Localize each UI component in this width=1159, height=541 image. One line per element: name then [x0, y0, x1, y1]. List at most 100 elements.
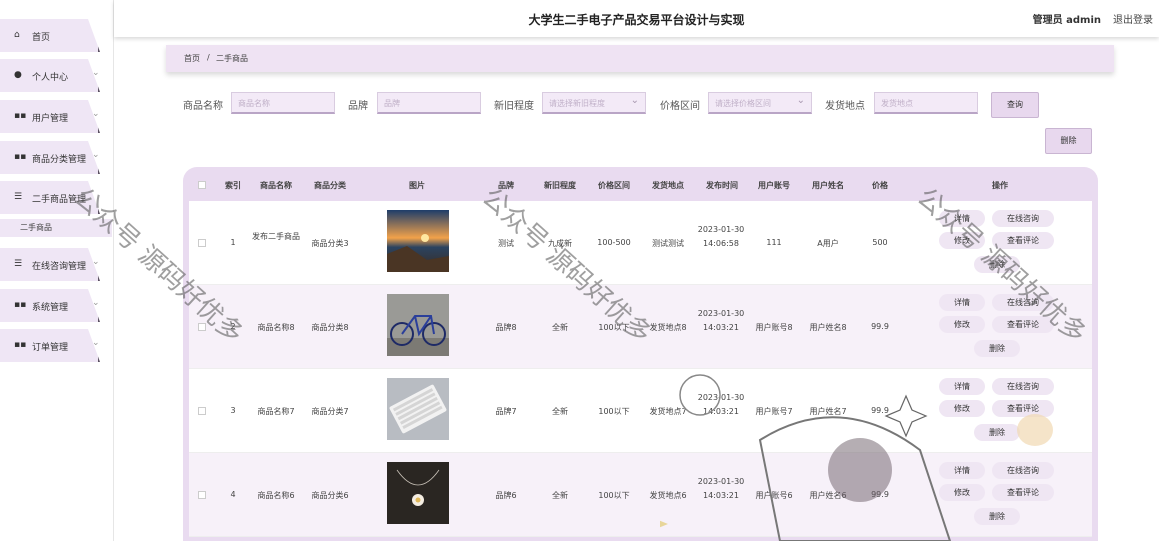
- batch-delete-button[interactable]: 删除: [1045, 128, 1092, 154]
- name-input[interactable]: 商品名称: [231, 92, 335, 114]
- reviews-button[interactable]: 查看评论: [992, 232, 1054, 249]
- column-header: 索引: [225, 181, 241, 190]
- product-image-pendant: [387, 462, 449, 524]
- column-header: 价格: [872, 181, 888, 190]
- reviews-button[interactable]: 查看评论: [992, 316, 1054, 333]
- cell-name: 商品名称8: [257, 323, 295, 332]
- sidebar-item-consult[interactable]: ☰ 在线咨询管理 ⌄: [0, 248, 112, 281]
- detail-button[interactable]: 详情: [939, 210, 985, 227]
- edit-button[interactable]: 修改: [939, 232, 985, 249]
- reviews-button[interactable]: 查看评论: [992, 400, 1054, 417]
- sidebar-item-system[interactable]: ▪▪ 系统管理 ⌄: [0, 289, 112, 322]
- chevron-down-icon: ⌄: [92, 298, 100, 308]
- sidebar-item-categories[interactable]: ▪▪ 商品分类管理 ⌄: [0, 141, 112, 174]
- column-header: 品牌: [498, 181, 514, 190]
- sidebar-item-label: 系统管理: [32, 303, 69, 313]
- sidebar-item-users[interactable]: ▪▪ 用户管理 ⌄: [0, 100, 112, 133]
- cell-index: 2: [230, 322, 236, 331]
- consult-button[interactable]: 在线咨询: [992, 294, 1054, 311]
- cell-brand: 品牌6: [495, 491, 517, 500]
- breadcrumb-separator: /: [207, 53, 210, 62]
- row-checkbox[interactable]: [198, 323, 206, 331]
- cell-username: 用户姓名6: [809, 491, 847, 500]
- cell-time: 2023-01-30 14:03:21: [697, 309, 745, 332]
- cell-price-range: 100-500: [597, 238, 631, 247]
- consult-button[interactable]: 在线咨询: [992, 462, 1054, 479]
- brand-input[interactable]: 品牌: [377, 92, 481, 114]
- column-header: 用户账号: [758, 181, 790, 190]
- condition-select[interactable]: 请选择新旧程度: [542, 92, 646, 114]
- cell-index: 3: [230, 406, 236, 415]
- list-icon: ☰: [14, 259, 23, 269]
- cell-price-range: 100以下: [598, 491, 630, 500]
- cell-price-range: 100以下: [598, 407, 630, 416]
- column-header: 价格区间: [598, 181, 630, 190]
- price-range-label: 价格区间: [660, 101, 700, 112]
- cell-location: 发货地点6: [649, 491, 687, 500]
- cell-condition: 全新: [552, 491, 568, 500]
- sidebar-item-label: 用户管理: [32, 114, 69, 124]
- sidebar-item-goods[interactable]: ☰ 二手商品管理: [0, 181, 112, 214]
- delete-button[interactable]: 删除: [974, 508, 1020, 525]
- consult-button[interactable]: 在线咨询: [992, 378, 1054, 395]
- table-row: 3 商品名称7 商品分类7 品牌7 全新 100以下 发货地点7 2023-01…: [189, 369, 1092, 453]
- product-image-bicycle: [387, 294, 449, 356]
- sidebar-item-profile[interactable]: ● 个人中心 ⌄: [0, 59, 112, 92]
- cell-location: 发货地点8: [649, 323, 687, 332]
- search-button[interactable]: 查询: [991, 92, 1039, 118]
- detail-button[interactable]: 详情: [939, 294, 985, 311]
- column-header: 商品名称: [260, 181, 292, 190]
- location-input[interactable]: 发货地点: [874, 92, 978, 114]
- cell-name: 商品名称7: [257, 407, 295, 416]
- price-range-select[interactable]: 请选择价格区间: [708, 92, 812, 114]
- delete-button[interactable]: 删除: [974, 424, 1020, 441]
- chevron-down-icon: ⌄: [92, 338, 100, 348]
- cell-condition: 全新: [552, 323, 568, 332]
- edit-button[interactable]: 修改: [939, 484, 985, 501]
- column-header: 发布时间: [706, 181, 738, 190]
- row-checkbox[interactable]: [198, 239, 206, 247]
- select-all-checkbox[interactable]: [198, 181, 206, 189]
- sidebar-item-orders[interactable]: ▪▪ 订单管理 ⌄: [0, 329, 112, 362]
- sidebar-subitem-goods[interactable]: 二手商品: [0, 219, 112, 237]
- cell-account: 111: [766, 238, 782, 247]
- consult-button[interactable]: 在线咨询: [992, 210, 1054, 227]
- detail-button[interactable]: 详情: [939, 378, 985, 395]
- table-row: 2 商品名称8 商品分类8 品牌8 全新 100以下 发货地点8 2023-01…: [189, 285, 1092, 369]
- product-image-sunset: [387, 210, 449, 272]
- cell-account: 用户账号6: [755, 491, 793, 500]
- brand-label: 品牌: [348, 101, 368, 112]
- sliders-icon: ☰: [14, 192, 23, 202]
- name-label: 商品名称: [183, 101, 223, 112]
- cell-condition: 全新: [552, 407, 568, 416]
- grid-icon: ▪▪: [14, 340, 27, 350]
- cell-category: 商品分类3: [311, 239, 349, 248]
- delete-button[interactable]: 删除: [974, 340, 1020, 357]
- sidebar-item-label: 二手商品管理: [32, 195, 87, 205]
- table-row: 4 商品名称6 商品分类6 品牌6 全新 100以下 发货地点6 2023-01…: [189, 453, 1092, 537]
- cell-time: 2023-01-30 14:06:58: [697, 225, 745, 248]
- logout-link[interactable]: 退出登录: [1113, 11, 1153, 26]
- row-checkbox[interactable]: [198, 491, 206, 499]
- cell-brand: 测试: [498, 239, 514, 248]
- detail-button[interactable]: 详情: [939, 462, 985, 479]
- sidebar-item-home[interactable]: ⌂ 首页: [0, 19, 112, 52]
- delete-button[interactable]: 删除: [974, 256, 1020, 273]
- sidebar: ⌂ 首页 ● 个人中心 ⌄ ▪▪ 用户管理 ⌄ ▪▪ 商品分类管理 ⌄ ☰ 二手…: [0, 0, 114, 541]
- cell-category: 商品分类6: [311, 491, 349, 500]
- reviews-button[interactable]: 查看评论: [992, 484, 1054, 501]
- grid-icon: ▪▪: [14, 111, 27, 121]
- cell-category: 商品分类8: [311, 323, 349, 332]
- edit-button[interactable]: 修改: [939, 400, 985, 417]
- breadcrumb-home[interactable]: 首页: [184, 53, 200, 64]
- goods-table: 索引 商品名称 商品分类 图片 品牌 新旧程度 价格区间 发货地点 发布时间 用…: [183, 167, 1098, 541]
- cell-username: 用户姓名8: [809, 323, 847, 332]
- cell-brand: 品牌7: [495, 407, 517, 416]
- edit-button[interactable]: 修改: [939, 316, 985, 333]
- location-label: 发货地点: [825, 101, 865, 112]
- row-checkbox[interactable]: [198, 407, 206, 415]
- breadcrumb: 首页 / 二手商品: [166, 45, 1114, 72]
- cell-index: 1: [230, 238, 236, 247]
- cell-account: 用户账号8: [755, 323, 793, 332]
- cell-username: 用户姓名7: [809, 407, 847, 416]
